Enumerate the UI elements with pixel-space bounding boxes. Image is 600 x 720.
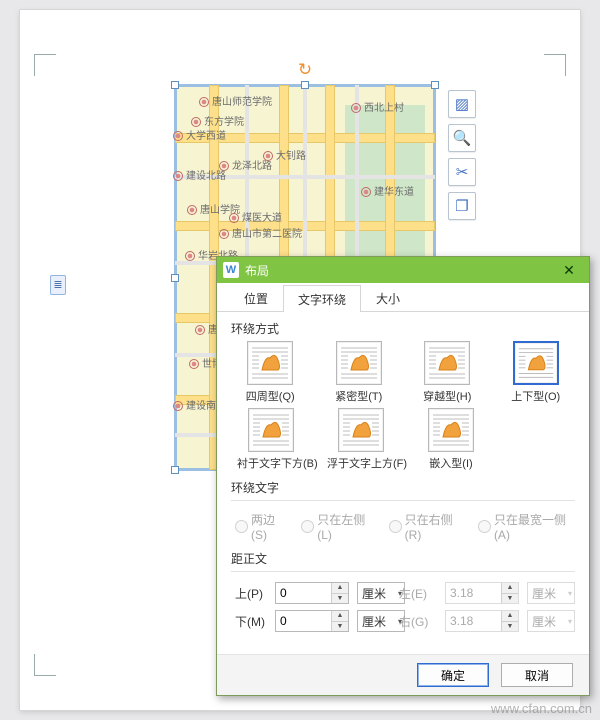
resize-handle-tm[interactable] [301, 81, 309, 89]
wrap-style-grid: 四周型(Q) 紧密型(T) 穿越型(H) 上下型(O) 衬于文字下方(B) 浮于文字上方(… [231, 341, 575, 471]
wrap-style-caption: 浮于文字上方(F) [327, 455, 395, 471]
wrap-style-caption: 嵌入型(I) [417, 455, 485, 471]
wrap-style-option[interactable]: 嵌入型(I) [417, 408, 485, 471]
crop-button[interactable]: ✂ [448, 158, 476, 186]
wrap-style-thumb [247, 341, 293, 385]
dist-bottom-unit[interactable]: 厘米▾ [357, 610, 405, 632]
tab-pos[interactable]: 位置 [229, 284, 283, 311]
watermark: www.cfan.com.cn [491, 701, 592, 716]
wrap-style-thumb [336, 341, 382, 385]
distance-grid: 上(P) ▲▼ 厘米▾ 左(E) ▲▼ 厘米▾ [231, 578, 575, 632]
dist-top-input[interactable]: ▲▼ [275, 582, 349, 604]
dist-right-unit: 厘米▾ [527, 610, 575, 632]
layout-dialog: W 布局 ✕ 位置文字环绕大小 环绕方式 四周型(Q) 紧密型(T) 穿越型(H) 上… [216, 256, 590, 696]
wrap-text-options: 两边(S) 只在左侧(L) 只在右侧(R) 只在最宽一侧(A) [231, 507, 575, 542]
wrap-style-thumb [424, 341, 470, 385]
map-poi: 建华东道 [361, 183, 414, 198]
tab-size[interactable]: 大小 [361, 284, 415, 311]
wrap-style-label: 环绕方式 [231, 320, 575, 337]
crop-mark [34, 54, 56, 76]
wrap-style-thumb [338, 408, 384, 452]
dialog-titlebar[interactable]: W 布局 ✕ [217, 257, 589, 283]
dist-bottom-label: 下(M) [235, 613, 275, 630]
wrap-style-caption: 四周型(Q) [237, 388, 304, 404]
distance-label: 距正文 [231, 550, 575, 567]
dist-left-label: 左(E) [399, 585, 445, 602]
zoom-button[interactable]: 🔍 [448, 124, 476, 152]
dist-top-label: 上(P) [235, 585, 275, 602]
map-poi: 唐山师范学院 [199, 93, 272, 108]
dist-bottom-input[interactable]: ▲▼ [275, 610, 349, 632]
crop-mark [544, 54, 566, 76]
wrap-style-option[interactable]: 穿越型(H) [414, 341, 481, 404]
resize-handle-tl[interactable] [171, 81, 179, 89]
map-poi: 煤医大道 [229, 209, 282, 224]
wrap-text-label: 环绕文字 [231, 479, 575, 496]
tab-wrap[interactable]: 文字环绕 [283, 285, 361, 312]
map-poi: 东方学院 [191, 113, 244, 128]
dialog-footer: 确定 取消 [217, 654, 589, 695]
wrap-style-caption: 穿越型(H) [414, 388, 481, 404]
dist-left-input: ▲▼ [445, 582, 519, 604]
wrap-style-caption: 衬于文字下方(B) [237, 455, 305, 471]
wrap-style-thumb [428, 408, 474, 452]
crop-mark [34, 654, 56, 676]
dist-right-label: 右(G) [399, 613, 445, 630]
wrap-style-option[interactable]: 浮于文字上方(F) [327, 408, 395, 471]
wrap-text-radio: 只在右侧(R) [389, 511, 464, 542]
map-poi: 西北上村 [351, 99, 404, 114]
resize-handle-bl[interactable] [171, 466, 179, 474]
picture-options-button[interactable]: ▨ [448, 90, 476, 118]
wrap-text-radio: 只在最宽一侧(A) [478, 511, 575, 542]
wrap-text-radio: 只在左侧(L) [301, 511, 374, 542]
rotate-handle[interactable]: ↻ [296, 61, 314, 79]
picture-mini-toolbar: ▨ 🔍 ✂ ❐ [448, 90, 474, 220]
dialog-title: 布局 [245, 262, 555, 279]
dist-left-unit: 厘米▾ [527, 582, 575, 604]
color-button[interactable]: ❐ [448, 192, 476, 220]
resize-handle-tr[interactable] [431, 81, 439, 89]
wrap-style-caption: 紧密型(T) [326, 388, 393, 404]
map-poi: 大钊路 [263, 147, 306, 162]
map-poi: 大学西道 [173, 127, 226, 142]
wrap-style-thumb [513, 341, 559, 385]
wrap-style-option[interactable]: 上下型(O) [503, 341, 570, 404]
dialog-tabs: 位置文字环绕大小 [217, 283, 589, 312]
resize-handle-ml[interactable] [171, 274, 179, 282]
wrap-style-option[interactable]: 四周型(Q) [237, 341, 304, 404]
wrap-text-radio: 两边(S) [235, 511, 287, 542]
cancel-button[interactable]: 取消 [501, 663, 573, 687]
wrap-style-option[interactable]: 衬于文字下方(B) [237, 408, 305, 471]
wrap-style-option[interactable]: 紧密型(T) [326, 341, 393, 404]
map-poi: 唐山市第二医院 [219, 225, 302, 240]
app-icon: W [223, 262, 239, 278]
wrap-style-thumb [248, 408, 294, 452]
wrap-style-caption: 上下型(O) [503, 388, 570, 404]
paragraph-anchor-icon[interactable]: ≣ [50, 275, 66, 295]
close-button[interactable]: ✕ [555, 260, 583, 280]
dist-top-unit[interactable]: 厘米▾ [357, 582, 405, 604]
ok-button[interactable]: 确定 [417, 663, 489, 687]
dist-right-input: ▲▼ [445, 610, 519, 632]
